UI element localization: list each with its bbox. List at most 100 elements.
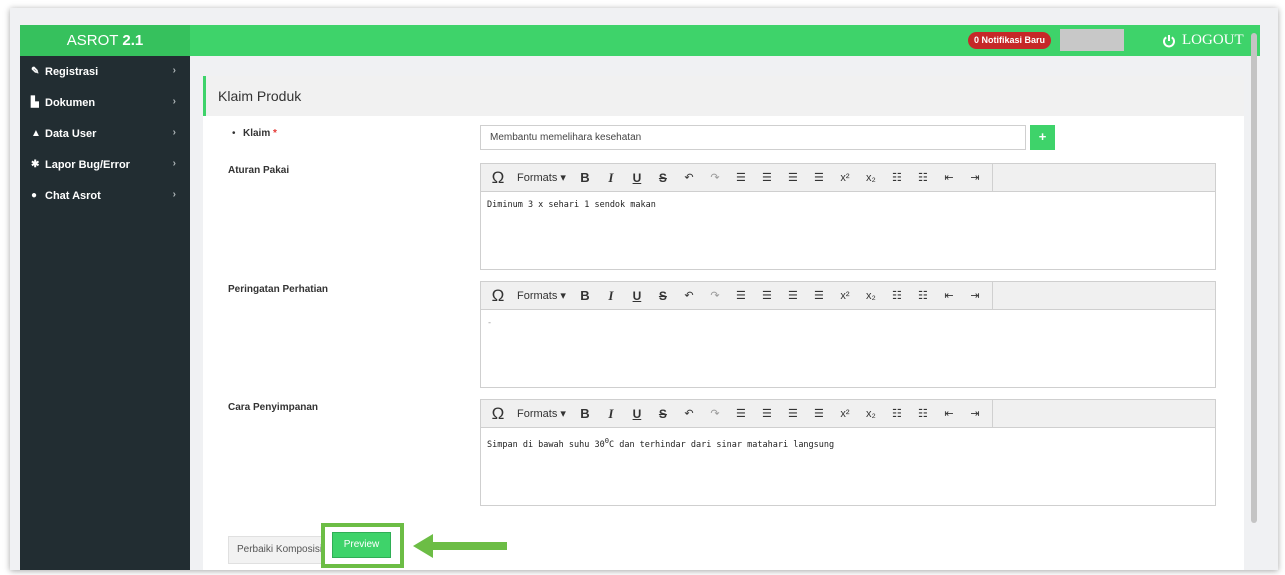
brand-logo[interactable]: ASROT 2.1 [20, 25, 190, 56]
chevron-right-icon: › [172, 189, 176, 200]
bullet-dot: • [232, 128, 236, 139]
subscript-icon[interactable]: x₂ [861, 167, 881, 189]
logout-button[interactable]: LOGOUT [1162, 25, 1244, 56]
indent-icon[interactable]: ⇥ [965, 167, 985, 189]
aturan-pakai-label: Aturan Pakai [228, 165, 290, 176]
numbered-list-icon[interactable]: ☷ [913, 403, 933, 425]
chevron-right-icon: › [172, 65, 176, 76]
toolbar-group: Ω Formats ▾ B I U S ↶ ↷ ☰ ☰ ☰ ☰ x² x₂ ☷ … [481, 282, 993, 309]
superscript-icon[interactable]: x² [835, 403, 855, 425]
editor-toolbar: Ω Formats ▾ B I U S ↶ ↷ ☰ ☰ ☰ ☰ x² x₂ ☷ … [481, 282, 1215, 310]
underline-button[interactable]: U [627, 285, 647, 307]
italic-button[interactable]: I [601, 285, 621, 307]
sidebar-item-label: Registrasi [45, 65, 99, 78]
perbaiki-komposisi-button[interactable]: Perbaiki Komposisi [228, 536, 323, 564]
undo-icon[interactable]: ↶ [679, 167, 699, 189]
superscript-icon[interactable]: x² [835, 167, 855, 189]
bullet-list-icon[interactable]: ☷ [887, 403, 907, 425]
sidebar-item-registrasi[interactable]: ✎ Registrasi › [20, 56, 190, 87]
sidebar-item-data-user[interactable]: ▲ Data User › [20, 118, 190, 149]
align-center-icon[interactable]: ☰ [757, 403, 777, 425]
peringatan-label: Peringatan Perhatian [228, 284, 329, 295]
special-char-button[interactable]: Ω [488, 167, 508, 189]
special-char-button[interactable]: Ω [488, 285, 508, 307]
user-icon: ▲ [31, 128, 41, 139]
editor-toolbar: Ω Formats ▾ B I U S ↶ ↷ ☰ ☰ ☰ ☰ x² x₂ ☷ … [481, 164, 1215, 192]
aturan-pakai-text[interactable]: Diminum 3 x sehari 1 sendok makan [481, 192, 1215, 218]
numbered-list-icon[interactable]: ☷ [913, 285, 933, 307]
italic-button[interactable]: I [601, 403, 621, 425]
sidebar-item-lapor-bug[interactable]: ✱ Lapor Bug/Error › [20, 149, 190, 180]
align-right-icon[interactable]: ☰ [783, 167, 803, 189]
peringatan-text[interactable]: - [481, 310, 1215, 336]
redacted-user-block [1060, 29, 1124, 51]
toolbar-group: Ω Formats ▾ B I U S ↶ ↷ ☰ ☰ ☰ ☰ x² x₂ ☷ … [481, 164, 993, 191]
chat-icon: ● [31, 190, 38, 201]
sidebar-item-dokumen[interactable]: ▙ Dokumen › [20, 87, 190, 118]
sidebar-item-chat-asrot[interactable]: ● Chat Asrot › [20, 180, 190, 211]
sidebar: ✎ Registrasi › ▙ Dokumen › ▲ Data User ›… [20, 56, 190, 570]
bullet-list-icon[interactable]: ☷ [887, 285, 907, 307]
formats-dropdown[interactable]: Formats ▾ [514, 167, 569, 189]
outdent-icon[interactable]: ⇤ [939, 403, 959, 425]
align-left-icon[interactable]: ☰ [731, 403, 751, 425]
strikethrough-button[interactable]: S [653, 167, 673, 189]
klaim-label-text: Klaim [243, 128, 271, 139]
align-left-icon[interactable]: ☰ [731, 167, 751, 189]
special-char-button[interactable]: Ω [488, 403, 508, 425]
formats-dropdown[interactable]: Formats ▾ [514, 285, 569, 307]
strikethrough-button[interactable]: S [653, 285, 673, 307]
bold-button[interactable]: B [575, 285, 595, 307]
cara-penyimpanan-label: Cara Penyimpanan [228, 402, 319, 413]
panel-title: Klaim Produk [203, 76, 1244, 116]
brand-name: ASROT [66, 32, 119, 49]
penyimpanan-text-part: C dan terhindar dari sinar matahari lang… [608, 439, 835, 450]
top-navbar: ASROT 2.1 0 Notifikasi Baru PE LOGOUT [20, 25, 1260, 56]
penyimpanan-text-part: Simpan di bawah suhu 30 [487, 439, 605, 450]
align-justify-icon[interactable]: ☰ [809, 167, 829, 189]
numbered-list-icon[interactable]: ☷ [913, 167, 933, 189]
outdent-icon[interactable]: ⇤ [939, 167, 959, 189]
aturan-pakai-editor: Ω Formats ▾ B I U S ↶ ↷ ☰ ☰ ☰ ☰ x² x₂ ☷ … [480, 163, 1216, 270]
file-icon: ▙ [31, 97, 39, 108]
page-scrollbar[interactable] [1251, 33, 1257, 523]
align-center-icon[interactable]: ☰ [757, 167, 777, 189]
redo-icon[interactable]: ↷ [705, 403, 725, 425]
sidebar-item-label: Lapor Bug/Error [45, 158, 130, 171]
undo-icon[interactable]: ↶ [679, 285, 699, 307]
align-left-icon[interactable]: ☰ [731, 285, 751, 307]
italic-button[interactable]: I [601, 167, 621, 189]
klaim-label: Klaim * [243, 128, 277, 139]
chevron-right-icon: › [172, 158, 176, 169]
cara-penyimpanan-text[interactable]: Simpan di bawah suhu 300C dan terhindar … [481, 428, 1215, 458]
peringatan-editor: Ω Formats ▾ B I U S ↶ ↷ ☰ ☰ ☰ ☰ x² x₂ ☷ … [480, 281, 1216, 388]
superscript-icon[interactable]: x² [835, 285, 855, 307]
redo-icon[interactable]: ↷ [705, 285, 725, 307]
subscript-icon[interactable]: x₂ [861, 403, 881, 425]
brand-version: 2.1 [122, 32, 144, 49]
align-right-icon[interactable]: ☰ [783, 403, 803, 425]
notification-badge[interactable]: 0 Notifikasi Baru [968, 32, 1052, 49]
preview-button[interactable]: Preview [332, 532, 391, 558]
logout-label: LOGOUT [1182, 32, 1244, 48]
align-right-icon[interactable]: ☰ [783, 285, 803, 307]
bold-button[interactable]: B [575, 403, 595, 425]
indent-icon[interactable]: ⇥ [965, 285, 985, 307]
bold-button[interactable]: B [575, 167, 595, 189]
redo-icon[interactable]: ↷ [705, 167, 725, 189]
align-center-icon[interactable]: ☰ [757, 285, 777, 307]
klaim-input[interactable]: Membantu memelihara kesehatan [480, 125, 1026, 150]
toolbar-group: Ω Formats ▾ B I U S ↶ ↷ ☰ ☰ ☰ ☰ x² x₂ ☷ … [481, 400, 993, 427]
subscript-icon[interactable]: x₂ [861, 285, 881, 307]
align-justify-icon[interactable]: ☰ [809, 403, 829, 425]
underline-button[interactable]: U [627, 167, 647, 189]
formats-dropdown[interactable]: Formats ▾ [514, 403, 569, 425]
undo-icon[interactable]: ↶ [679, 403, 699, 425]
underline-button[interactable]: U [627, 403, 647, 425]
outdent-icon[interactable]: ⇤ [939, 285, 959, 307]
align-justify-icon[interactable]: ☰ [809, 285, 829, 307]
add-klaim-button[interactable]: + [1030, 125, 1055, 150]
strikethrough-button[interactable]: S [653, 403, 673, 425]
indent-icon[interactable]: ⇥ [965, 403, 985, 425]
bullet-list-icon[interactable]: ☷ [887, 167, 907, 189]
